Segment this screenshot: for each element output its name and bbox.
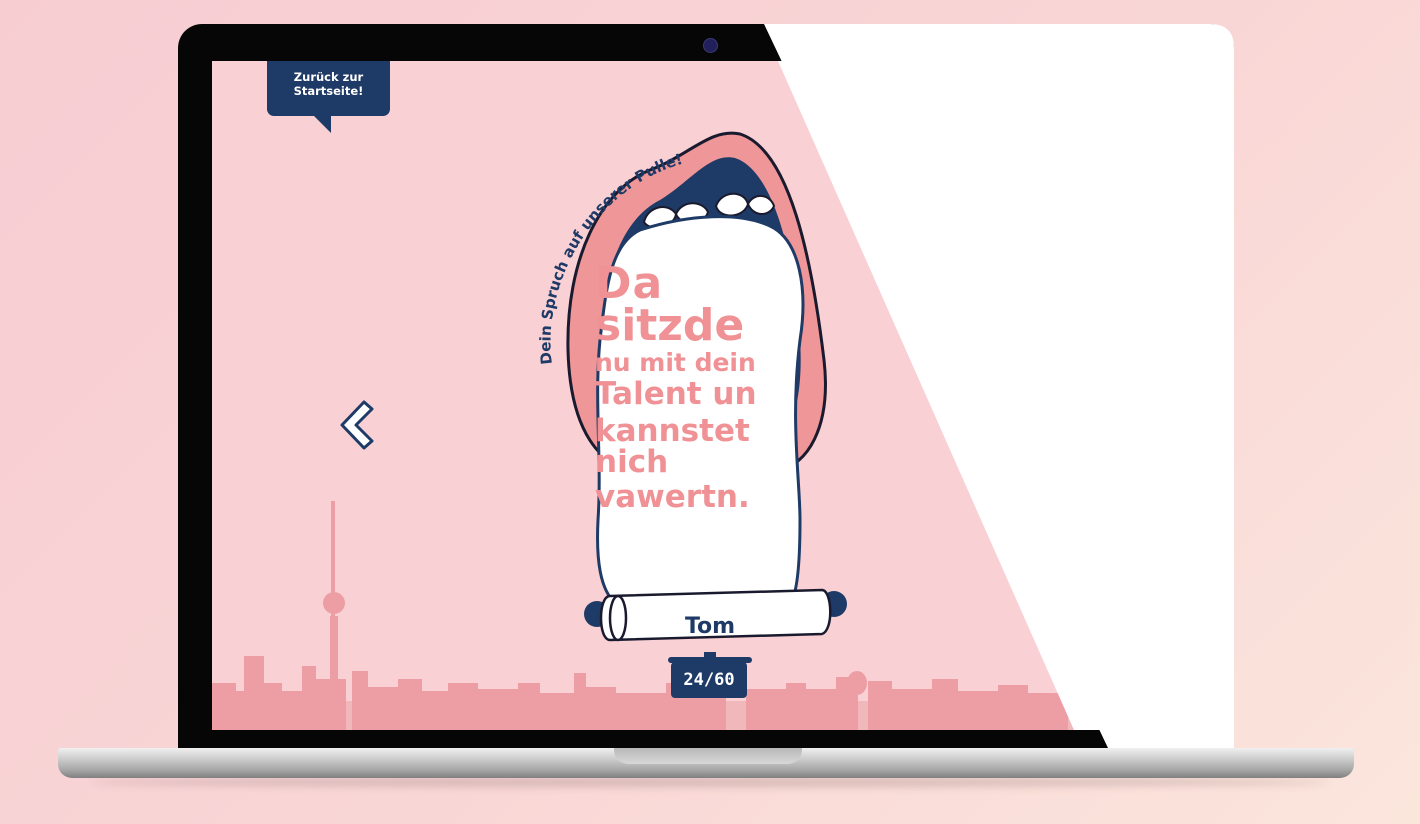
quote-line: sitzde: [595, 300, 745, 351]
back-label-line1: Zurück zur: [293, 70, 364, 84]
back-label-line2: Startseite!: [293, 84, 364, 98]
quote-line: kannstet: [595, 413, 750, 449]
quote-line: vawertn.: [595, 479, 750, 515]
quote-line: nu mit dein: [595, 348, 756, 377]
quote-line: nich: [595, 444, 669, 480]
quote-counter: 24/60: [671, 662, 747, 698]
chevron-left-icon[interactable]: [334, 396, 380, 454]
quote-author: Tom: [684, 614, 736, 639]
quote-line: Talent un: [595, 376, 757, 412]
back-to-home-button[interactable]: Zurück zur Startseite!: [267, 61, 390, 116]
quote-text: Da sitzde nu mit dein Talent un kannstet…: [595, 262, 815, 513]
